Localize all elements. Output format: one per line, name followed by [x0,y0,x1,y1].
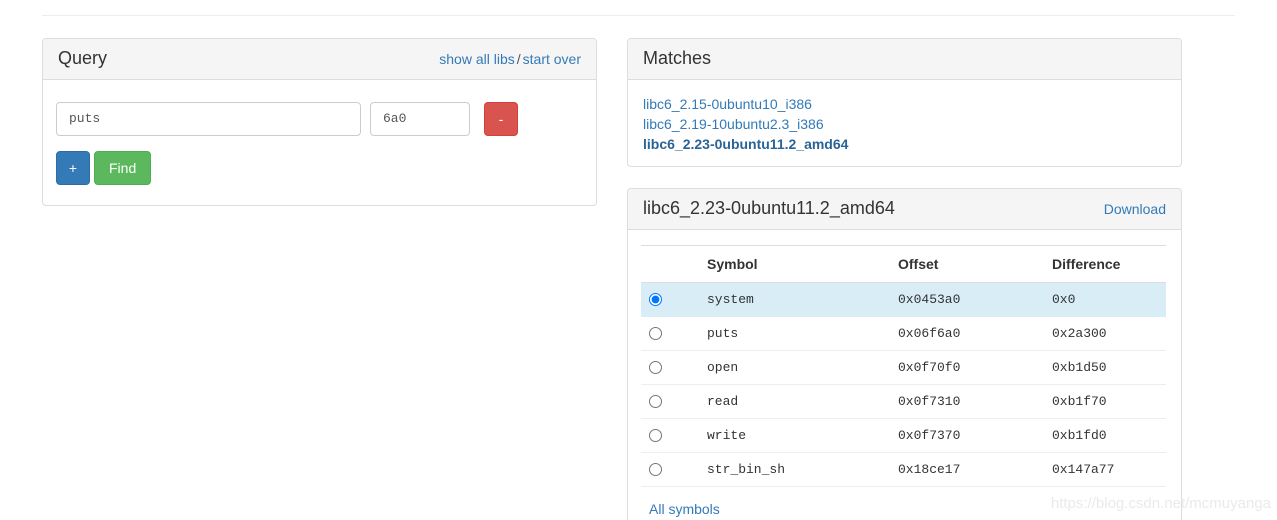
cell-difference: 0x147a77 [1044,452,1166,487]
start-over-link[interactable]: start over [523,51,581,67]
query-action-buttons: + Find [56,150,581,185]
find-button[interactable]: Find [94,150,152,185]
row-select-cell[interactable] [641,384,699,419]
all-symbols-row: All symbols [628,487,1181,517]
table-row[interactable]: write 0x0f7370 0xb1fd0 [641,418,1166,453]
match-item[interactable]: libc6_2.15-0ubuntu10_i386 [643,94,1166,114]
radio-button-icon[interactable] [649,428,662,442]
cell-offset: 0x06f6a0 [890,316,1044,351]
column-header-select [641,245,699,283]
cell-symbol: str_bin_sh [699,452,890,487]
query-panel: Query show all libs/start over - + Find [42,38,597,206]
query-form-row: - [56,101,581,136]
table-row[interactable]: system 0x0453a0 0x0 [641,282,1166,317]
show-all-libs-link[interactable]: show all libs [439,51,514,67]
table-row[interactable]: read 0x0f7310 0xb1f70 [641,384,1166,419]
column-header-symbol: Symbol [699,245,890,283]
cell-offset: 0x0f7310 [890,384,1044,419]
radio-button-icon[interactable] [649,360,662,374]
cell-difference: 0x2a300 [1044,316,1166,351]
cell-difference: 0xb1d50 [1044,350,1166,385]
query-panel-title: Query [58,48,108,68]
cell-difference: 0x0 [1044,282,1166,317]
match-item[interactable]: libc6_2.23-0ubuntu11.2_amd64 [643,134,1166,154]
cell-offset: 0x18ce17 [890,452,1044,487]
table-row[interactable]: open 0x0f70f0 0xb1d50 [641,350,1166,385]
row-select-cell[interactable] [641,282,699,317]
column-header-difference: Difference [1044,245,1166,283]
add-query-row-button[interactable]: + [56,150,90,185]
cell-difference: 0xb1f70 [1044,384,1166,419]
links-separator: / [516,51,521,67]
results-panel-body: Symbol Offset Difference system 0x0453a0 0… [628,230,1181,487]
symbol-input[interactable] [56,101,361,136]
matches-list: libc6_2.15-0ubuntu10_i386 libc6_2.19-10ub… [628,80,1181,164]
match-item[interactable]: libc6_2.19-10ubuntu2.3_i386 [643,114,1166,134]
cell-symbol: open [699,350,890,385]
symbols-table: Symbol Offset Difference system 0x0453a0 0… [641,244,1166,487]
cell-offset: 0x0453a0 [890,282,1044,317]
cell-symbol: puts [699,316,890,351]
query-panel-header: Query show all libs / start over [43,39,596,80]
download-link[interactable]: Download [1104,201,1166,217]
results-panel: libc6_2.23-0ubuntu11.2_amd64 Download Sy… [627,188,1182,520]
cell-symbol: write [699,418,890,453]
remove-query-row-button[interactable]: - [484,101,518,136]
table-row[interactable]: puts 0x06f6a0 0x2a300 [641,316,1166,351]
cell-offset: 0x0f7370 [890,418,1044,453]
query-header-links: show all libs / start over [439,51,581,67]
results-panel-title: libc6_2.23-0ubuntu11.2_amd64 [643,198,895,218]
radio-button-icon[interactable] [649,326,662,340]
cell-symbol: read [699,384,890,419]
cell-offset: 0x0f70f0 [890,350,1044,385]
page-root: Query show all libs/start over - + Find … [0,0,1277,520]
row-select-cell[interactable] [641,452,699,487]
radio-button-icon[interactable] [649,292,662,306]
row-select-cell[interactable] [641,316,699,351]
results-panel-header: libc6_2.23-0ubuntu11.2_amd64 Download [628,189,1181,230]
symbols-table-header-row: Symbol Offset Difference [641,245,1166,283]
column-header-offset: Offset [890,245,1044,283]
symbols-table-body: system 0x0453a0 0x0 puts 0x06f6a0 0x2a300 open… [641,282,1166,487]
matches-panel-header: Matches [628,39,1181,80]
table-row[interactable]: str_bin_sh 0x18ce17 0x147a77 [641,452,1166,487]
cell-difference: 0xb1fd0 [1044,418,1166,453]
matches-panel-title: Matches [643,48,712,68]
cell-symbol: system [699,282,890,317]
row-select-cell[interactable] [641,350,699,385]
offset-input[interactable] [370,101,470,136]
matches-panel: Matches libc6_2.15-0ubuntu10_i386 libc6_2… [627,38,1182,167]
all-symbols-link[interactable]: All symbols [649,501,720,517]
symbols-table-head: Symbol Offset Difference [641,245,1166,283]
top-divider [42,15,1235,16]
radio-button-icon[interactable] [649,394,662,408]
row-select-cell[interactable] [641,418,699,453]
radio-button-icon[interactable] [649,462,662,476]
query-panel-body: - + Find [43,80,596,200]
